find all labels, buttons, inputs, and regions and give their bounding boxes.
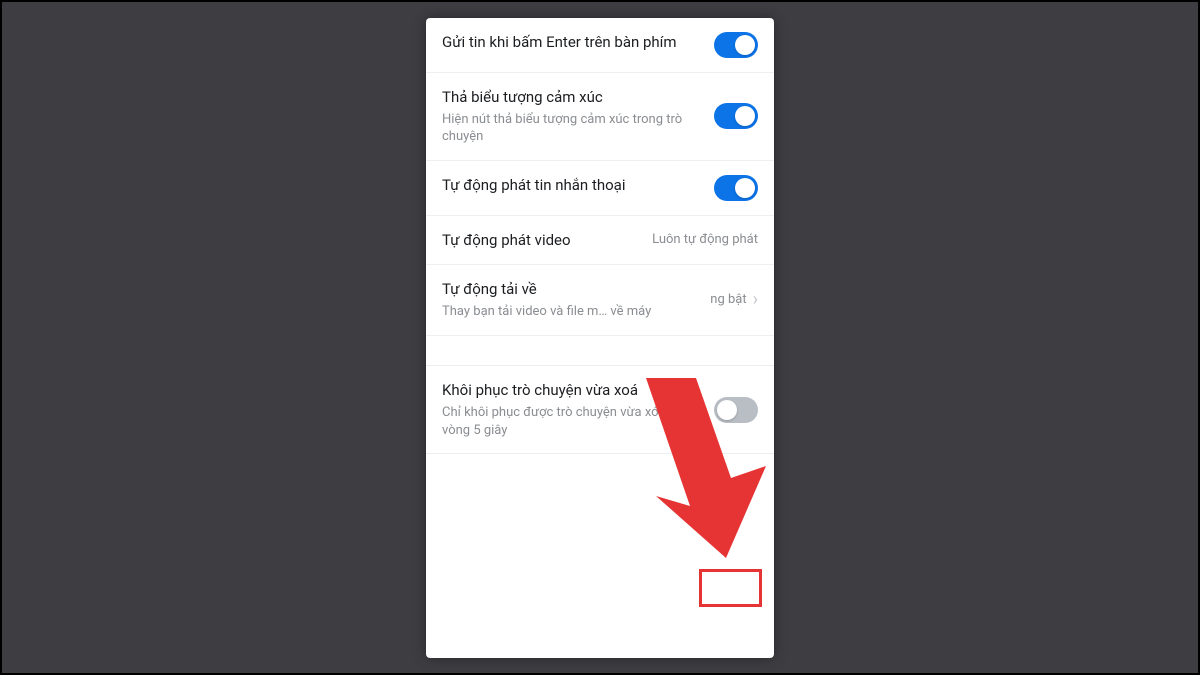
row-subtitle: Thay bạn tải video và file m… về máy [442,303,700,321]
row-text-block: Gửi tin khi bấm Enter trên bàn phím [442,32,704,52]
row-title: Tự động tải về [442,279,700,299]
row-title: Thả biểu tượng cảm xúc [442,87,704,107]
row-value: Luôn tự động phát [652,232,758,247]
toggle-emoji[interactable] [714,103,758,129]
row-title: Tự động phát video [442,230,642,250]
row-value: ng bật [710,292,746,307]
row-subtitle: Hiện nút thả biểu tượng cảm xúc trong tr… [442,111,704,146]
setting-row-restore-chat[interactable]: Khôi phục trò chuyện vừa xoá Chỉ khôi ph… [426,366,774,454]
row-title: Tự động phát tin nhắn thoại [442,175,704,195]
row-control [714,397,758,423]
row-control: ng bật › [710,291,758,309]
chevron-right-icon: › [753,291,758,309]
row-title: Khôi phục trò chuyện vừa xoá [442,380,704,400]
row-control: Luôn tự động phát [652,232,758,247]
settings-panel: Gửi tin khi bấm Enter trên bàn phím Thả … [426,18,774,658]
setting-row-enter-send[interactable]: Gửi tin khi bấm Enter trên bàn phím [426,18,774,73]
row-text-block: Tự động phát tin nhắn thoại [442,175,704,195]
row-subtitle: Chỉ khôi phục được trò chuyện vừa xóa tr… [442,404,704,439]
row-text-block: Thả biểu tượng cảm xúc Hiện nút thả biểu… [442,87,704,146]
toggle-restore-chat[interactable] [714,397,758,423]
spacer [426,336,774,366]
setting-row-autoplay-video[interactable]: Tự động phát video Luôn tự động phát [426,216,774,265]
setting-row-auto-download[interactable]: Tự động tải về Thay bạn tải video và fil… [426,265,774,336]
toggle-enter-send[interactable] [714,32,758,58]
toggle-autoplay-voice[interactable] [714,175,758,201]
row-title: Gửi tin khi bấm Enter trên bàn phím [442,32,704,52]
setting-row-autoplay-voice[interactable]: Tự động phát tin nhắn thoại [426,161,774,216]
row-text-block: Tự động tải về Thay bạn tải video và fil… [442,279,700,321]
setting-row-emoji[interactable]: Thả biểu tượng cảm xúc Hiện nút thả biểu… [426,73,774,161]
row-control [714,103,758,129]
row-control [714,175,758,201]
row-control [714,32,758,58]
annotation-highlight-box [699,569,762,607]
row-text-block: Khôi phục trò chuyện vừa xoá Chỉ khôi ph… [442,380,704,439]
row-text-block: Tự động phát video [442,230,642,250]
